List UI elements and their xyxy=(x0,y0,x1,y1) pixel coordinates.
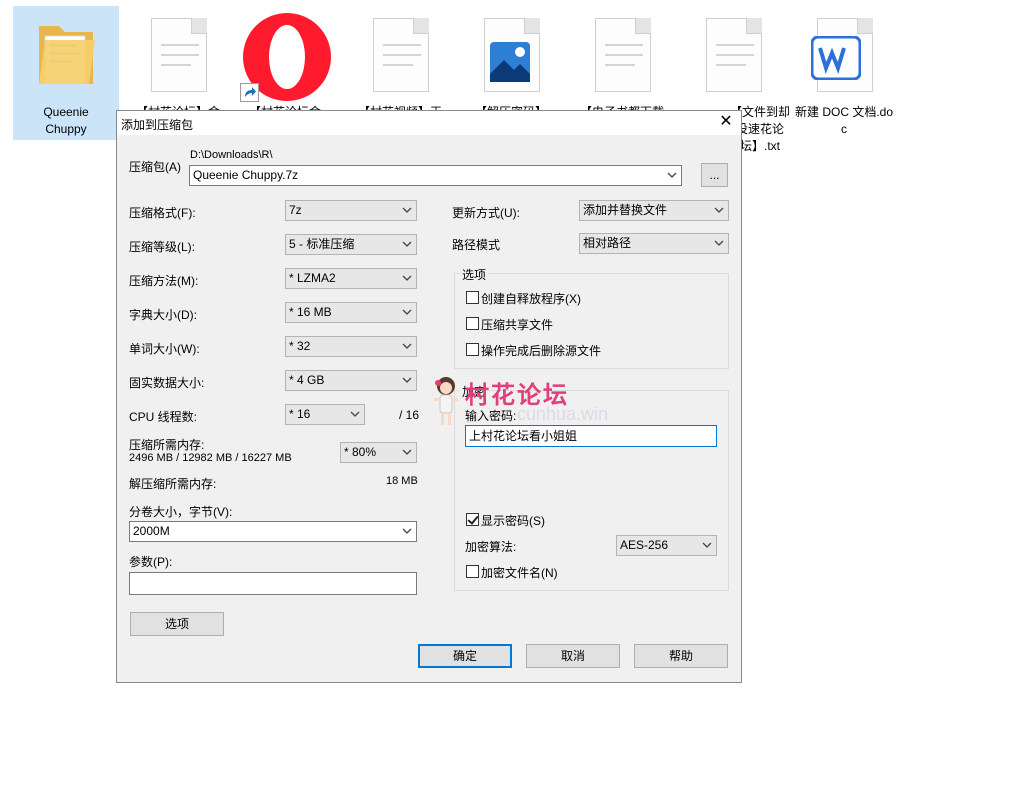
word-size-label: 单词大小(W): xyxy=(129,342,200,356)
ok-button[interactable]: 确定 xyxy=(418,644,512,668)
chevron-down-icon xyxy=(667,172,677,178)
create-sfx-checkbox[interactable] xyxy=(466,291,479,304)
password-input[interactable]: 上村花论坛看小姐姐 xyxy=(465,425,717,447)
path-mode-label: 路径模式 xyxy=(452,238,501,252)
format-value: 7z xyxy=(289,203,302,217)
close-button[interactable]: ✕ xyxy=(711,111,741,135)
decompress-memory-value: 18 MB xyxy=(386,475,418,487)
cpu-threads-combo[interactable]: * 16 xyxy=(285,404,365,425)
split-size-combo[interactable]: 2000M xyxy=(129,521,417,542)
method-label: 压缩方法(M): xyxy=(129,274,199,288)
chevron-down-icon xyxy=(402,241,412,247)
level-label: 压缩等级(L): xyxy=(129,240,196,254)
chevron-down-icon xyxy=(402,207,412,213)
path-mode-value: 相对路径 xyxy=(583,236,632,250)
memory-usage-value: * 80% xyxy=(344,445,377,459)
watermark-url: cunhua.win xyxy=(517,404,609,424)
memory-detail: 2496 MB / 12982 MB / 16227 MB xyxy=(129,452,292,464)
word-size-combo[interactable]: * 32 xyxy=(285,336,417,357)
chevron-down-icon xyxy=(350,411,360,417)
solid-size-label: 固实数据大小: xyxy=(129,376,205,390)
opera-icon xyxy=(243,13,331,101)
update-mode-combo[interactable]: 添加并替换文件 xyxy=(579,200,729,221)
cancel-button[interactable]: 取消 xyxy=(526,644,620,668)
chevron-down-icon xyxy=(402,528,412,534)
text-file-icon xyxy=(698,14,768,94)
image-file-icon xyxy=(476,14,546,94)
path-mode-combo[interactable]: 相对路径 xyxy=(579,233,729,254)
method-value: * LZMA2 xyxy=(289,271,336,285)
decompress-memory-label: 解压缩所需内存: xyxy=(129,477,217,491)
options-button[interactable]: 选项 xyxy=(130,612,224,636)
split-size-value: 2000M xyxy=(133,524,170,538)
create-sfx-label: 创建自释放程序(X) xyxy=(481,292,581,306)
archive-path: D:\Downloads\R\ xyxy=(190,149,273,161)
memory-label: 压缩所需内存: xyxy=(129,438,205,452)
chevron-down-icon xyxy=(402,377,412,383)
text-file-icon xyxy=(365,14,435,94)
encryption-method-value: AES-256 xyxy=(620,538,669,552)
dialog-title: 添加到压缩包 xyxy=(121,118,194,132)
encryption-method-combo[interactable]: AES-256 xyxy=(616,535,717,556)
folder-icon xyxy=(31,14,101,94)
desktop-icon-label: 新建 DOC 文档.doc xyxy=(794,105,894,136)
help-button[interactable]: 帮助 xyxy=(634,644,728,668)
encrypt-filenames-checkbox[interactable] xyxy=(466,565,479,578)
shortcut-arrow-icon xyxy=(240,83,259,102)
compress-shared-checkbox[interactable] xyxy=(466,317,479,330)
solid-size-combo[interactable]: * 4 GB xyxy=(285,370,417,391)
method-combo[interactable]: * LZMA2 xyxy=(285,268,417,289)
browse-button[interactable]: ... xyxy=(701,163,728,187)
encryption-method-label: 加密算法: xyxy=(465,540,517,554)
archive-name-combo[interactable]: Queenie Chuppy.7z xyxy=(189,165,682,186)
chevron-down-icon xyxy=(714,240,724,246)
delete-after-checkbox[interactable] xyxy=(466,343,479,356)
update-mode-label: 更新方式(U): xyxy=(452,206,520,220)
format-combo[interactable]: 7z xyxy=(285,200,417,221)
cpu-threads-label: CPU 线程数: xyxy=(129,410,198,424)
solid-size-value: * 4 GB xyxy=(289,373,325,387)
word-size-value: * 32 xyxy=(289,339,311,353)
archive-name-value: Queenie Chuppy.7z xyxy=(193,168,299,182)
dict-size-label: 字典大小(D): xyxy=(129,308,197,322)
dict-size-combo[interactable]: * 16 MB xyxy=(285,302,417,323)
dialog-titlebar: 添加到压缩包 ✕ xyxy=(117,111,741,135)
chevron-down-icon xyxy=(402,449,412,455)
cpu-threads-max: / 16 xyxy=(399,408,420,422)
level-combo[interactable]: 5 - 标准压缩 xyxy=(285,234,417,255)
desktop-icon-label: Queenie Chuppy xyxy=(43,105,89,136)
text-file-icon xyxy=(143,14,213,94)
show-password-label: 显示密码(S) xyxy=(481,514,545,528)
chevron-down-icon xyxy=(402,309,412,315)
memory-usage-combo[interactable]: * 80% xyxy=(340,442,417,463)
wps-doc-icon xyxy=(809,14,879,94)
dict-size-value: * 16 MB xyxy=(289,305,332,319)
show-password-checkbox[interactable] xyxy=(466,513,479,526)
level-value: 5 - 标准压缩 xyxy=(289,237,355,251)
options-group-title: 选项 xyxy=(460,266,489,283)
encrypt-filenames-label: 加密文件名(N) xyxy=(481,566,558,580)
chevron-down-icon xyxy=(714,207,724,213)
chevron-down-icon xyxy=(702,542,712,548)
text-file-icon xyxy=(587,14,657,94)
desktop-icon-folder[interactable]: Queenie Chuppy xyxy=(13,6,119,140)
chevron-down-icon xyxy=(402,343,412,349)
desktop-icon-wps-doc[interactable]: 新建 DOC 文档.doc xyxy=(791,6,897,140)
split-size-label: 分卷大小，字节(V): xyxy=(129,505,233,519)
compress-shared-label: 压缩共享文件 xyxy=(481,318,554,332)
chevron-down-icon xyxy=(402,275,412,281)
params-label: 参数(P): xyxy=(129,555,173,569)
cpu-threads-value: * 16 xyxy=(289,407,311,421)
watermark-mascot-icon xyxy=(431,375,461,427)
add-to-archive-dialog: 添加到压缩包 ✕ 压缩包(A) D:\Downloads\R\ Queenie … xyxy=(116,110,742,683)
delete-after-label: 操作完成后删除源文件 xyxy=(481,344,602,358)
archive-label: 压缩包(A) xyxy=(129,160,181,174)
update-mode-value: 添加并替换文件 xyxy=(583,203,668,217)
format-label: 压缩格式(F): xyxy=(129,206,196,220)
params-input[interactable] xyxy=(129,572,417,595)
